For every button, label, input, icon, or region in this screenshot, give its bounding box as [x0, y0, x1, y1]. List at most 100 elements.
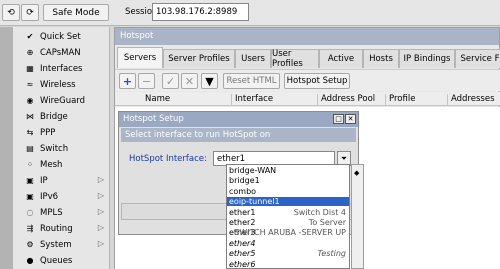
dropdown-option[interactable]: bridge1 [227, 176, 349, 185]
dialog-subtitle: Select interface to run HotSpot on [121, 128, 356, 142]
table-header: Name Interface Address Pool Profile Addr… [115, 92, 500, 114]
sidebar-item-label: IPv6 [40, 191, 59, 202]
column-name[interactable]: Name [142, 94, 232, 106]
dialog-title-text: Hotspot Setup [123, 114, 184, 124]
sidebar-item-icon: ▣ [26, 176, 34, 185]
sidebar-item-interfaces[interactable]: ▦ Interfaces [14, 61, 110, 76]
tab-server-profiles[interactable]: Server Profiles [163, 49, 235, 68]
sidebar-item-mesh[interactable]: ⁘ Mesh [14, 157, 110, 172]
sidebar-item-quick-set[interactable]: ✔ Quick Set [14, 29, 110, 44]
dropdown-option[interactable]: ether1 Switch Dist 4 [227, 208, 349, 217]
reset-html-button[interactable]: Reset HTML [223, 73, 280, 89]
sidebar-item-bridge[interactable]: ⋈ Bridge [14, 109, 110, 124]
option-name: eoip-tunnel1 [229, 197, 280, 207]
hotspot-toolbar: + − ✓ ✕ ▼ Reset HTML Hotspot Setup [115, 69, 500, 91]
sidebar-item-label: Mesh [40, 159, 63, 170]
tab-active[interactable]: Active [319, 49, 363, 68]
dropdown-option[interactable]: ether3 SWITCH ARUBA -SERVER UP [227, 228, 349, 237]
tab-service-f[interactable]: Service F [455, 49, 500, 68]
option-name: ether2 [229, 218, 256, 227]
sidebar-item-icon: ⋈ [26, 112, 34, 121]
scroll-thumb-icon[interactable]: ◆ [354, 169, 359, 177]
sidebar-item-icon: ⊕ [26, 48, 34, 57]
safe-mode-button[interactable]: Safe Mode [43, 4, 109, 21]
disable-icon[interactable]: ✕ [181, 73, 198, 89]
sidebar-item-queues[interactable]: ● Queues [14, 253, 110, 268]
tab-servers[interactable]: Servers [117, 47, 163, 68]
sidebar-item-label: Wireless [40, 79, 76, 90]
dropdown-option[interactable]: ether4 [227, 239, 349, 248]
sidebar-item-ipv6[interactable]: ▣ IPv6 ▷ [14, 189, 110, 204]
sidebar-item-label: WireGuard [40, 95, 86, 106]
sidebar-item-icon: ✔ [26, 32, 34, 41]
sidebar-item-label: Interfaces [40, 63, 83, 74]
option-name: ether5 [229, 249, 256, 259]
sidebar-item-ip[interactable]: ▣ IP ▷ [14, 173, 110, 188]
sidebar-item-icon: ⇶ [26, 224, 34, 233]
tab-user-profiles[interactable]: User Profiles [271, 49, 319, 69]
dropdown-scrollbar[interactable]: ◆ [351, 164, 364, 269]
sidebar-item-icon: ⚙ [26, 240, 34, 249]
redo-icon[interactable]: ⟳ [21, 4, 39, 21]
enable-icon[interactable]: ✓ [162, 73, 179, 89]
column-interface[interactable]: Interface [232, 94, 318, 106]
option-name: ether6 [229, 259, 256, 269]
sidebar-item-routing[interactable]: ⇶ Routing ▷ [14, 221, 110, 236]
maximize-icon[interactable]: □ [333, 114, 344, 124]
dropdown-option[interactable]: ether2 To Server [227, 218, 349, 227]
sidebar-strip [0, 27, 13, 269]
add-icon[interactable]: + [119, 73, 136, 89]
option-comment: SWITCH ARUBA -SERVER UP [234, 228, 346, 238]
sidebar-item-capsman[interactable]: ⊕ CAPsMAN [14, 45, 110, 60]
option-name: bridge1 [229, 176, 260, 186]
sidebar-item-icon: ≈ [26, 80, 34, 89]
option-comment: Testing [317, 249, 347, 259]
filter-icon[interactable]: ▼ [201, 73, 218, 89]
dropdown-option[interactable]: ether5 Testing [227, 249, 349, 258]
sidebar-item-label: Queues [40, 255, 73, 266]
window-title: Hotspot [115, 28, 499, 45]
close-icon[interactable]: ✕ [345, 114, 356, 124]
column-addresses[interactable]: Addresses ... [448, 94, 500, 114]
sidebar-item-wireless[interactable]: ≈ Wireless [14, 77, 110, 92]
sidebar-item-icon: ● [26, 256, 34, 265]
sidebar-item-system[interactable]: ⚙ System ▷ [14, 237, 110, 252]
option-comment: Switch Dist 4 [293, 207, 346, 217]
option-name: combo [229, 186, 257, 196]
sidebar-item-switch[interactable]: ▤ Switch [14, 141, 110, 156]
tab-bar: Servers Server Profiles Users User Profiles… [115, 47, 500, 69]
submenu-arrow-icon: ▷ [97, 239, 104, 248]
option-comment: To Server [308, 218, 346, 227]
sidebar-item-label: PPP [40, 127, 56, 138]
sidebar-item-label: CAPsMAN [40, 47, 81, 58]
sidebar-item-icon: ◉ [26, 96, 34, 105]
option-name: ether1 [229, 207, 256, 217]
sidebar-item-mpls[interactable]: ◌ MPLS ▷ [14, 205, 110, 220]
dropdown-option[interactable]: bridge-WAN [227, 166, 349, 175]
submenu-arrow-icon: ▷ [97, 191, 104, 200]
session-field[interactable]: 103.98.176.2:8989 [152, 3, 249, 21]
dropdown-option[interactable]: eoip-tunnel1 [227, 197, 349, 207]
hotspot-setup-button[interactable]: Hotspot Setup [284, 73, 350, 89]
remove-icon[interactable]: − [138, 73, 155, 89]
tab-hosts[interactable]: Hosts [363, 49, 399, 68]
top-toolbar: ⟲ ⟳ Safe Mode Session: 103.98.176.2:8989 [0, 0, 500, 26]
column-address-pool[interactable]: Address Pool [318, 94, 386, 106]
sidebar-item-label: Quick Set [40, 31, 81, 42]
sidebar-item-wireguard[interactable]: ◉ WireGuard [14, 93, 110, 108]
interface-dropdown-list[interactable]: bridge-WAN bridge1 combo eoip-tunnel1 ether1… [226, 164, 350, 269]
option-name: bridge-WAN [229, 166, 277, 175]
tab-users[interactable]: Users [235, 49, 271, 68]
sidebar-item-label: Bridge [40, 111, 68, 122]
sidebar-item-icon: ⇆ [26, 128, 34, 137]
sidebar-item-label: IP [40, 175, 48, 186]
tab-ip-bindings[interactable]: IP Bindings [399, 49, 455, 68]
sidebar-item-icon: ⁘ [26, 160, 34, 169]
dropdown-option[interactable]: combo [227, 187, 349, 196]
sidebar-item-icon: ▤ [26, 144, 34, 153]
column-profile[interactable]: Profile [386, 94, 448, 106]
undo-icon[interactable]: ⟲ [2, 4, 20, 21]
sidebar: ✔ Quick Set ⊕ CAPsMAN ▦ Interfaces ≈ Wireless ◉ W… [0, 27, 110, 269]
sidebar-item-ppp[interactable]: ⇆ PPP [14, 125, 110, 140]
dropdown-option[interactable]: ether6 [227, 259, 349, 269]
